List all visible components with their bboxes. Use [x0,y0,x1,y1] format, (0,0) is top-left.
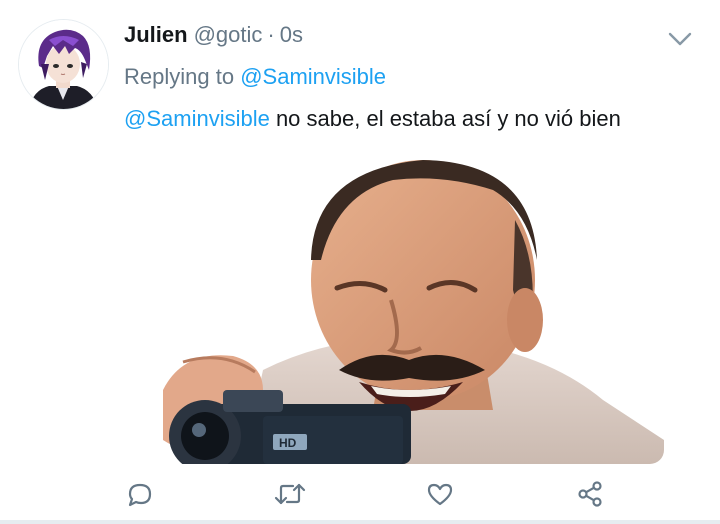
timestamp[interactable]: 0s [280,22,303,48]
heart-icon [427,483,453,506]
replying-prefix: Replying to [124,64,235,89]
author-handle[interactable]: @gotic [194,22,263,48]
tweet: Julien @gotic · 0s Replying to @Saminvis… [0,0,720,524]
media-image: HD [123,150,664,464]
divider [0,520,720,524]
tweet-actions [0,474,720,514]
svg-text:HD: HD [279,436,297,450]
tweet-header: Julien @gotic · 0s [124,22,303,58]
avatar-image [19,20,108,109]
replying-to: Replying to @Saminvisible [124,64,386,90]
retweet-button[interactable] [270,474,310,514]
tweet-menu-button[interactable] [666,28,694,50]
tweet-text: @Saminvisible no sabe, el estaba así y n… [124,106,621,132]
tweet-body: no sabe, el estaba así y no vió bien [269,106,621,131]
chevron-down-icon [668,32,692,46]
separator-dot: · [267,22,275,47]
tweet-media[interactable]: HD [123,150,664,464]
like-button[interactable] [420,474,460,514]
reply-button[interactable] [120,474,160,514]
share-button[interactable] [570,474,610,514]
avatar[interactable] [18,19,109,110]
author-name[interactable]: Julien [124,22,188,48]
retweet-icon [274,483,306,505]
text-mention-link[interactable]: @Saminvisible [124,106,270,131]
reply-icon [128,483,152,507]
share-icon [578,481,602,507]
replying-mention-link[interactable]: @Saminvisible [240,64,386,89]
